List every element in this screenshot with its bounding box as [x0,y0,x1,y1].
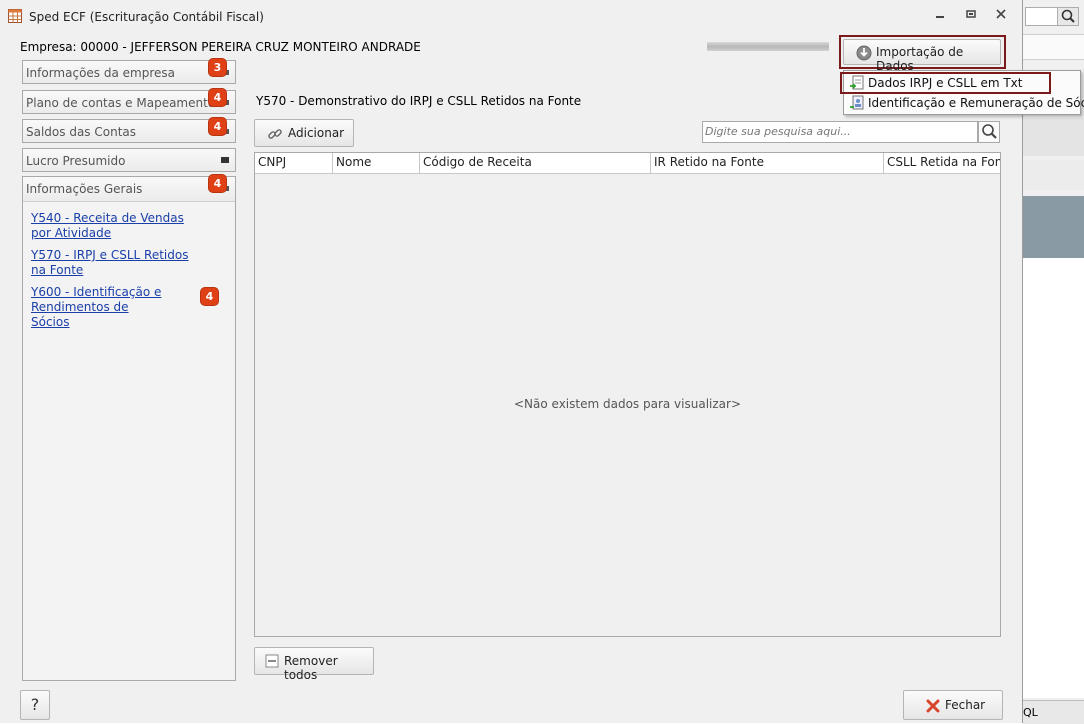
add-button-label: Adicionar [288,126,345,140]
restore-button[interactable] [962,8,980,24]
background-content [1023,258,1084,698]
section-lucro-presumido[interactable]: Lucro Presumido [22,148,236,172]
remove-all-button[interactable]: Remover todos [254,647,374,682]
background-search-input[interactable] [1025,7,1059,26]
search-input[interactable]: Digite sua pesquisa aqui... [702,121,978,143]
collapse-icon [221,157,229,163]
title-bar: Sped ECF (Escrituração Contábil Fiscal) [0,0,1022,32]
section-informacoes-empresa[interactable]: Informações da empresa 3 [22,59,236,84]
restore-icon [966,10,976,18]
data-table: CNPJ Nome Código de Receita IR Retido na… [254,152,1001,637]
close-window-button[interactable] [992,8,1010,24]
section-plano-contas[interactable]: Plano de contas e Mapeamento 4 [22,89,236,114]
section-label: Plano de contas e Mapeamento [26,96,216,110]
section-label: Lucro Presumido [26,154,126,168]
search-placeholder: Digite sua pesquisa aqui... [705,125,851,138]
download-icon [856,45,872,61]
remove-icon [265,654,279,668]
search-icon [982,124,997,139]
pending-badge: 4 [209,89,226,106]
pending-badge: 4 [209,118,226,135]
column-header-ir-retido[interactable]: IR Retido na Fonte [651,153,884,173]
section-label: Informações da empresa [26,66,175,80]
window-title: Sped ECF (Escrituração Contábil Fiscal) [29,10,264,24]
link-icon [268,129,282,139]
help-button[interactable]: ? [20,690,50,720]
pending-badge: 4 [201,288,218,305]
section-informacoes-gerais: Informações Gerais 4 Y540 - Receita de V… [22,175,236,681]
section-header[interactable]: Informações Gerais 4 [23,175,235,202]
add-button[interactable]: Adicionar [254,119,354,147]
close-icon [996,9,1006,19]
search-icon [1061,9,1075,23]
link-y540[interactable]: Y540 - Receita de Vendas por Atividade [31,211,201,241]
minimize-icon [936,16,944,18]
partner-import-icon [850,95,864,110]
background-status-text: QL [1023,706,1038,719]
close-button[interactable]: Fechar [903,690,1003,720]
search-button[interactable] [978,121,1000,143]
pending-badge: 3 [209,59,226,76]
column-header-csll-retida[interactable]: CSLL Retida na Fonte [884,153,1000,173]
import-data-label: Importação de Dados [876,45,964,73]
background-search-button[interactable] [1057,7,1079,26]
section-label: Informações Gerais [26,182,143,196]
minimize-button[interactable] [931,8,949,24]
pending-badge: 4 [209,175,226,192]
menu-item-highlight [840,72,1051,94]
link-y570[interactable]: Y570 - IRPJ e CSLL Retidos na Fonte [31,248,201,278]
column-header-cnpj[interactable]: CNPJ [255,153,333,173]
company-label: Empresa: 00000 - JEFFERSON PEREIRA CRUZ … [20,40,421,54]
link-y600[interactable]: Y600 - Identificação e Rendimentos de Só… [31,285,166,330]
close-button-label: Fechar [945,698,986,712]
menu-item-identificacao-socios[interactable]: Identificação e Remuneração de Sócios [844,93,1084,113]
column-header-codigo-receita[interactable]: Código de Receita [420,153,651,173]
import-data-button[interactable]: Importação de Dados [843,39,1001,73]
section-label: Saldos das Contas [26,125,137,139]
background-banner [1023,196,1084,258]
section-saldos-contas[interactable]: Saldos das Contas 4 [22,118,236,143]
menu-item-label: Identificação e Remuneração de Sócios [868,96,1084,110]
table-header: CNPJ Nome Código de Receita IR Retido na… [255,153,1000,174]
background-statusbar: QL [1023,700,1084,724]
sidebar: Informações da empresa 3 Plano de contas… [22,59,236,681]
background-toolbar [1023,34,1084,60]
empty-message: <Não existem dados para visualizar> [513,397,741,411]
remove-all-label: Remover todos [284,654,338,682]
spreadsheet-icon [8,9,22,23]
background-panel [1023,118,1084,156]
column-header-nome[interactable]: Nome [333,153,420,173]
page-title: Y570 - Demonstrativo do IRPJ e CSLL Reti… [256,94,582,108]
progress-bar [707,42,829,51]
background-panel-2 [1023,160,1084,190]
close-icon [926,699,940,713]
